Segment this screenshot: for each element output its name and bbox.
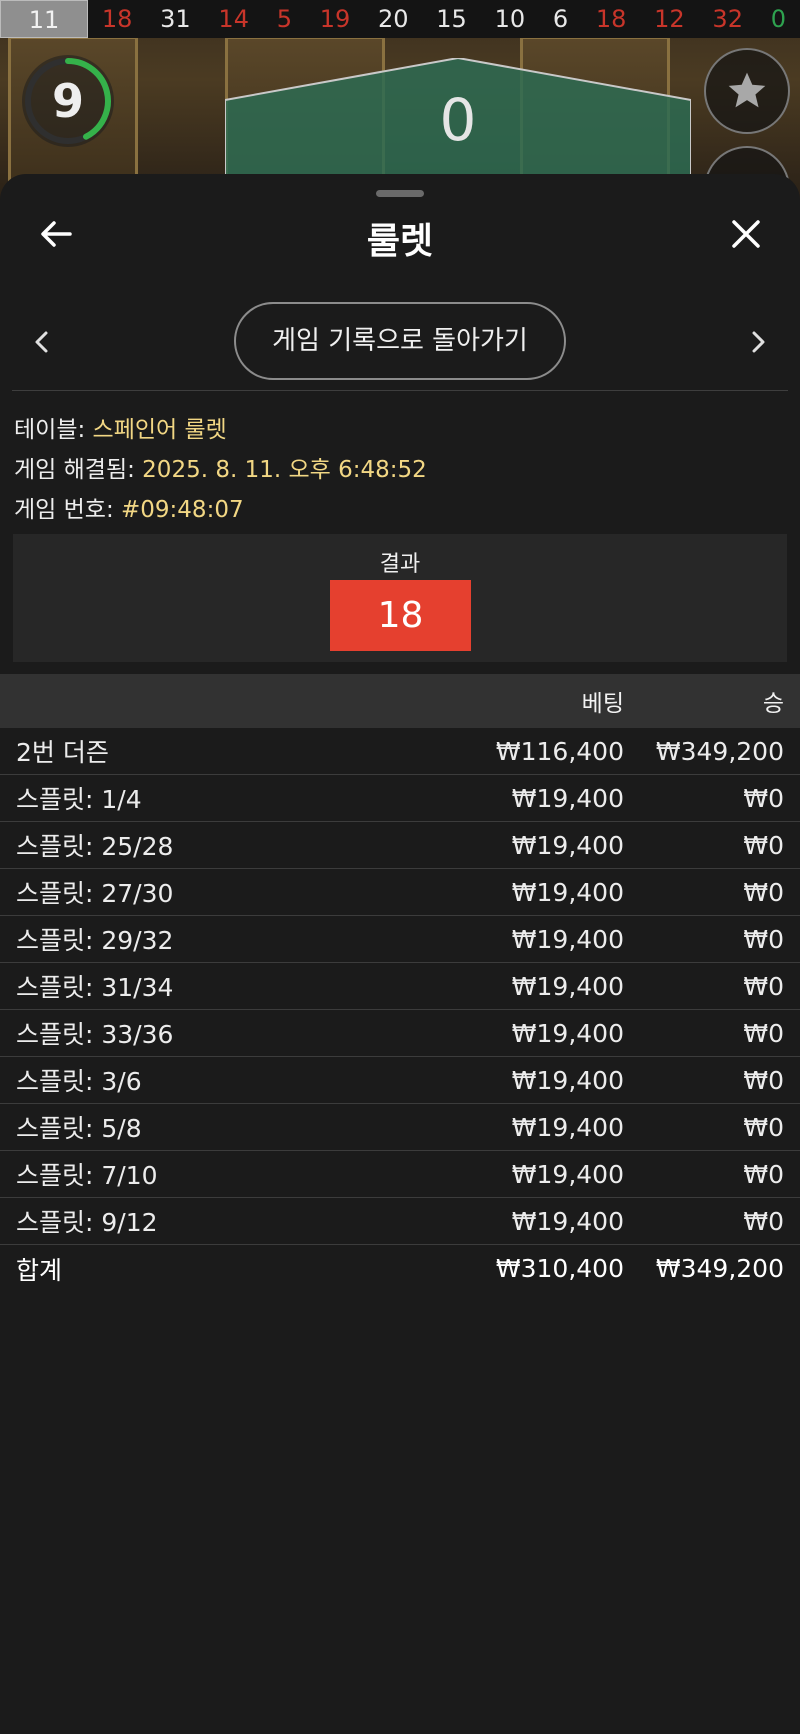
history-number: 6 [552,5,569,33]
bet-name: 스플릿: 3/6 [16,1067,142,1096]
win-amount: ₩0 [743,877,784,907]
bet-amount: ₩19,400 [511,1159,624,1189]
result-history-strip: 11 18 31 14 5 19 20 15 10 6 18 12 32 0 [0,0,800,38]
game-area: 11 18 31 14 5 19 20 15 10 6 18 12 32 0 9 0 [0,0,800,200]
zero-label: 0 [439,86,477,154]
bet-name: 스플릿: 1/4 [16,785,142,814]
total-label: 합계 [16,1255,63,1285]
history-number: 5 [276,5,292,33]
info-number-label: 게임 번호: [14,497,122,523]
bet-name: 스플릿: 25/28 [16,832,174,861]
table-row: 스플릿: 3/6 ₩19,400 ₩0 [0,1057,800,1104]
total-bet: ₩310,400 [495,1254,624,1283]
divider [12,390,788,391]
total-win: ₩349,200 [655,1254,784,1283]
table-row: 스플릿: 1/4 ₩19,400 ₩0 [0,775,800,822]
history-number: 18 [595,5,627,33]
chevron-right-icon [752,331,765,353]
result-box: 결과 18 [13,534,787,662]
sheet-title: 룰렛 [366,221,434,262]
info-table: 테이블: 스페인어 룰렛 [14,410,227,444]
table-row: 스플릿: 7/10 ₩19,400 ₩0 [0,1151,800,1198]
bet-amount: ₩19,400 [511,1065,624,1095]
bet-amount: ₩19,400 [511,1018,624,1048]
win-amount: ₩0 [743,924,784,954]
bet-name: 스플릿: 7/10 [16,1161,158,1190]
table-row: 스플릿: 33/36 ₩19,400 ₩0 [0,1010,800,1057]
history-number: 19 [319,5,351,33]
history-number: 12 [654,5,685,33]
table-row: 스플릿: 25/28 ₩19,400 ₩0 [0,822,800,869]
win-amount: ₩0 [743,783,784,813]
bet-amount: ₩19,400 [511,1206,624,1236]
win-amount: ₩0 [743,830,784,860]
table-row: 스플릿: 27/30 ₩19,400 ₩0 [0,869,800,916]
result-number: 18 [330,580,471,651]
info-resolved-value: 2025. 8. 11. 오후 6:48:52 [142,457,427,483]
info-table-label: 테이블: [14,417,93,443]
win-amount: ₩0 [743,1018,784,1048]
total-row: 합계 ₩310,400 ₩349,200 [0,1245,800,1292]
bets-table: 베팅 승 2번 더즌 ₩116,400 ₩349,200 스플릿: 1/4 ₩19,40… [0,674,800,1292]
game-details-sheet: 룰렛 게임 기록으로 돌아가기 테이블: 스페인어 룰렛 게임 해결됨: 202… [0,174,800,1734]
history-number: 10 [494,5,526,33]
zero-bet-area[interactable]: 0 [224,56,692,179]
win-amount: ₩0 [743,1112,784,1142]
table-row: 스플릿: 29/32 ₩19,400 ₩0 [0,916,800,963]
win-amount: ₩349,200 [655,736,784,766]
bet-amount: ₩116,400 [495,736,624,766]
history-number: 15 [436,5,467,33]
bet-amount: ₩19,400 [511,830,624,860]
table-row: 스플릿: 9/12 ₩19,400 ₩0 [0,1198,800,1245]
previous-game-button[interactable] [30,326,54,358]
history-number: 14 [218,5,249,33]
info-resolved: 게임 해결됨: 2025. 8. 11. 오후 6:48:52 [14,450,427,484]
bet-amount: ₩19,400 [511,1112,624,1142]
bet-name: 스플릿: 29/32 [16,926,174,955]
table-row: 2번 더즌 ₩116,400 ₩349,200 [0,728,800,775]
history-number: 20 [378,5,409,33]
info-resolved-label: 게임 해결됨: [14,457,143,483]
history-current-number: 11 [0,0,88,38]
table-row: 스플릿: 31/34 ₩19,400 ₩0 [0,963,800,1010]
bet-amount: ₩19,400 [511,924,624,954]
bet-name: 2번 더즌 [16,738,109,767]
header-bet: 베팅 [581,691,624,717]
favorite-button[interactable] [704,48,790,134]
info-number-value: #09:48:07 [121,497,244,523]
timer-value: 9 [51,74,84,128]
bet-name: 스플릿: 5/8 [16,1114,142,1143]
bet-name: 스플릿: 33/36 [16,1020,174,1049]
table-header: 베팅 승 [0,674,800,728]
info-game-number: 게임 번호: #09:48:07 [14,490,244,524]
close-icon [732,220,760,248]
close-button[interactable] [726,214,766,254]
win-amount: ₩0 [743,1206,784,1236]
next-game-button[interactable] [746,326,770,358]
win-amount: ₩0 [743,1159,784,1189]
header-win: 승 [762,691,784,717]
back-to-history-button[interactable]: 게임 기록으로 돌아가기 [234,302,566,380]
win-amount: ₩0 [743,971,784,1001]
bet-name: 스플릿: 9/12 [16,1208,158,1237]
bet-name: 스플릿: 27/30 [16,879,174,908]
history-number: 31 [160,5,191,33]
countdown-timer: 9 [22,55,114,147]
sheet-grabber[interactable] [376,190,424,197]
win-amount: ₩0 [743,1065,784,1095]
bet-amount: ₩19,400 [511,877,624,907]
bet-name: 스플릿: 31/34 [16,973,174,1002]
history-number: 0 [770,5,786,33]
bet-amount: ₩19,400 [511,971,624,1001]
history-number: 18 [101,5,133,33]
history-number: 32 [712,5,743,33]
star-icon [728,72,766,108]
result-label: 결과 [379,552,421,577]
chevron-left-icon [35,331,48,353]
info-table-value: 스페인어 룰렛 [92,417,227,443]
bet-amount: ₩19,400 [511,783,624,813]
table-row: 스플릿: 5/8 ₩19,400 ₩0 [0,1104,800,1151]
